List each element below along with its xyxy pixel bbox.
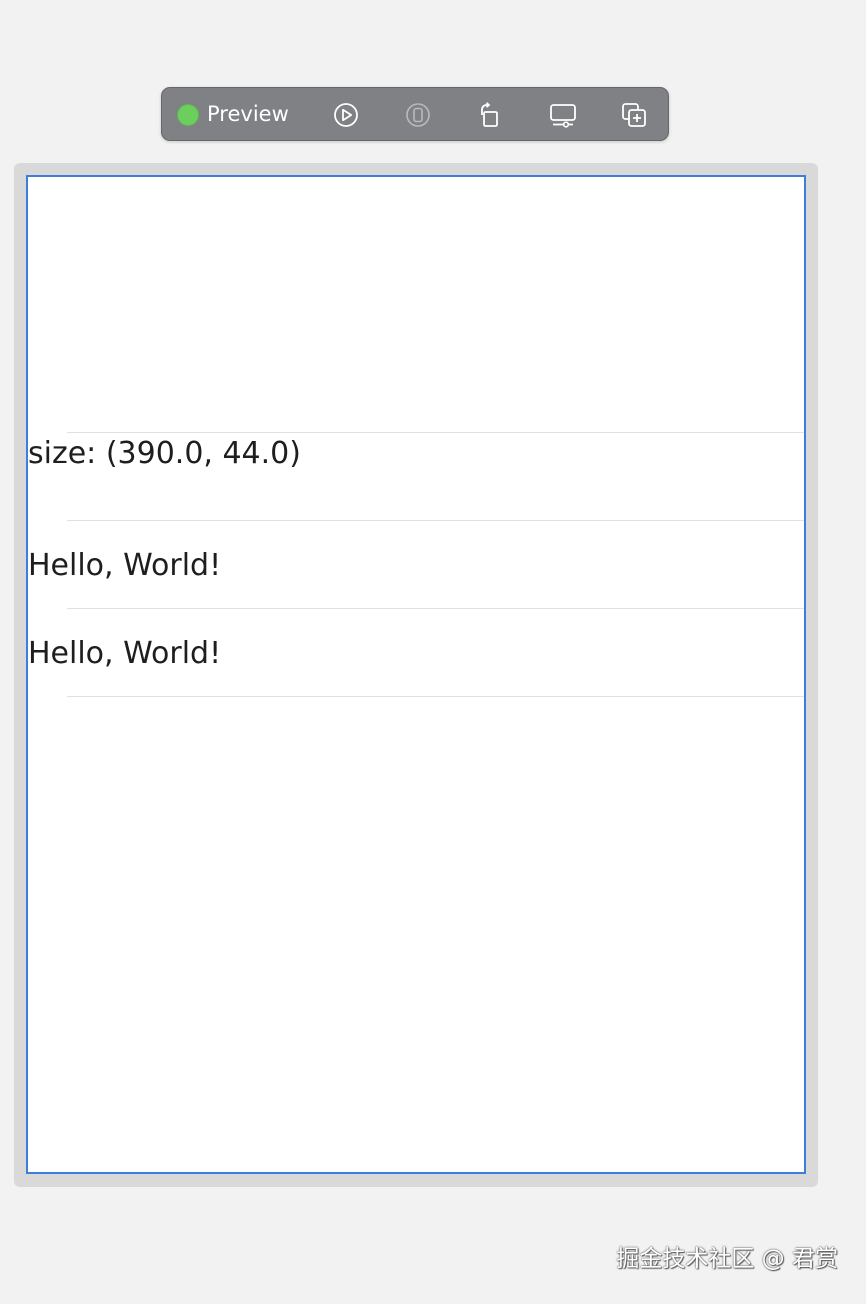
inspect-device-button[interactable] xyxy=(402,99,434,131)
device-settings-icon xyxy=(550,104,576,128)
list: size: (390.0, 44.0) Hello, World! Hello,… xyxy=(28,432,804,697)
device-screen[interactable]: size: (390.0, 44.0) Hello, World! Hello,… xyxy=(26,175,806,1174)
list-item[interactable]: Hello, World! xyxy=(28,608,804,697)
row-separator xyxy=(67,608,804,609)
row-separator xyxy=(67,432,804,433)
watermark: 掘金技术社区 @ 君赏 xyxy=(616,1246,838,1272)
device-inspect-icon xyxy=(406,103,430,127)
row-separator xyxy=(67,696,804,697)
hello-world-label: Hello, World! xyxy=(28,548,222,583)
preview-status-indicator xyxy=(177,104,199,126)
preview-canvas: size: (390.0, 44.0) Hello, World! Hello,… xyxy=(14,163,818,1187)
live-play-icon xyxy=(334,103,358,127)
rotate-device-icon xyxy=(481,102,498,127)
preview-label: Preview xyxy=(207,102,289,126)
duplicate-preview-button[interactable] xyxy=(618,99,650,131)
list-item[interactable]: Hello, World! xyxy=(28,520,804,608)
device-settings-button[interactable] xyxy=(547,99,579,131)
live-preview-button[interactable] xyxy=(330,99,362,131)
list-item[interactable]: size: (390.0, 44.0) xyxy=(28,432,804,520)
size-label: size: (390.0, 44.0) xyxy=(28,436,301,471)
preview-toolbar: Preview xyxy=(161,87,669,141)
duplicate-preview-icon xyxy=(622,103,646,127)
row-separator xyxy=(67,520,804,521)
rotate-device-button[interactable] xyxy=(473,99,505,131)
hello-world-label: Hello, World! xyxy=(28,636,222,671)
